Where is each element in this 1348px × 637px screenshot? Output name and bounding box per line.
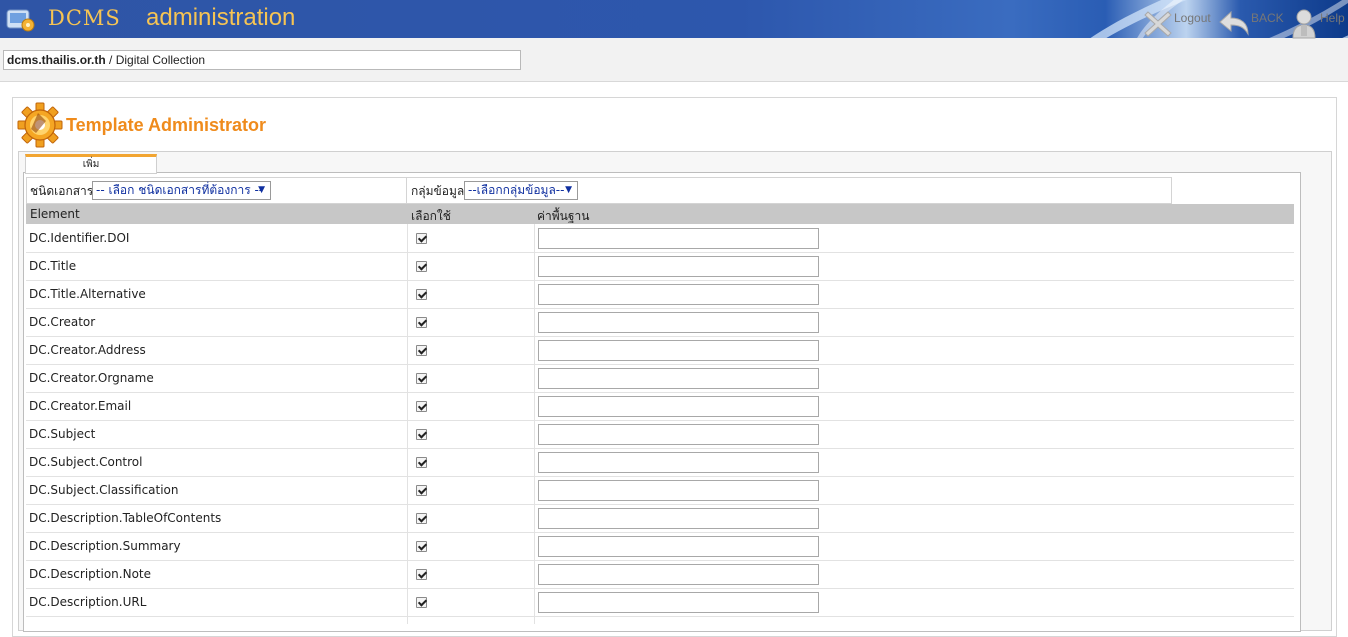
use-checkbox[interactable] xyxy=(416,541,427,552)
group-label: กลุ่มข้อมูล xyxy=(411,184,465,198)
default-value-input[interactable] xyxy=(538,592,819,613)
column-divider xyxy=(534,224,535,624)
doc-type-select[interactable]: -- เลือก ชนิดเอกสารที่ต้องการ -- ▼ xyxy=(92,181,271,200)
element-name: DC.Description.URL xyxy=(29,595,147,609)
dropdown-arrow-icon: ▼ xyxy=(565,185,572,195)
element-name: DC.Title.Alternative xyxy=(29,287,146,301)
use-checkbox[interactable] xyxy=(416,457,427,468)
help-label: Help xyxy=(1320,11,1345,25)
default-value-input[interactable] xyxy=(538,536,819,557)
location-breadcrumb: dcms.thailis.or.th / Digital Collection xyxy=(3,50,521,70)
table-row: DC.Title xyxy=(26,253,1294,281)
table-row: DC.Description.TableOfContents xyxy=(26,505,1294,533)
element-name: DC.Title xyxy=(29,259,77,273)
default-value-input[interactable] xyxy=(538,564,819,585)
use-checkbox[interactable] xyxy=(416,289,427,300)
use-checkbox[interactable] xyxy=(416,345,427,356)
element-name: DC.Identifier.DOI xyxy=(29,231,130,245)
table-row: DC.Title.Alternative xyxy=(26,281,1294,309)
help-button[interactable]: Help xyxy=(1290,8,1345,40)
element-name: DC.Description.Note xyxy=(29,567,151,581)
use-checkbox[interactable] xyxy=(416,485,427,496)
element-name: DC.Creator xyxy=(29,315,96,329)
default-value-input[interactable] xyxy=(538,228,819,249)
use-checkbox[interactable] xyxy=(416,429,427,440)
back-arrow-icon xyxy=(1219,10,1249,36)
default-value-input[interactable] xyxy=(538,452,819,473)
help-person-icon xyxy=(1292,9,1316,39)
default-value-input[interactable] xyxy=(538,340,819,361)
site-host: dcms.thailis.or.th xyxy=(7,53,106,67)
table-row: DC.Subject xyxy=(26,421,1294,449)
table-row: DC.Creator.Orgname xyxy=(26,365,1294,393)
table-row: DC.Subject.Classification xyxy=(26,477,1294,505)
table-row: DC.Creator xyxy=(26,309,1294,337)
table-row: DC.Subject.Control xyxy=(26,449,1294,477)
use-checkbox[interactable] xyxy=(416,569,427,580)
gear-icon xyxy=(17,102,63,148)
element-name: DC.Subject xyxy=(29,427,96,441)
back-button[interactable]: BACK xyxy=(1217,8,1284,40)
group-value: --เลือกกลุ่มข้อมูล-- xyxy=(468,183,565,197)
use-checkbox[interactable] xyxy=(416,597,427,608)
element-name: DC.Creator.Email xyxy=(29,399,132,413)
default-value-input[interactable] xyxy=(538,480,819,501)
group-select[interactable]: --เลือกกลุ่มข้อมูล-- ▼ xyxy=(464,181,578,200)
logout-button[interactable]: Logout xyxy=(1142,8,1211,40)
column-header-default: ค่าพื้นฐาน xyxy=(537,209,590,223)
app-logo-icon xyxy=(6,9,35,32)
logout-x-icon xyxy=(1144,11,1172,37)
default-value-input[interactable] xyxy=(538,312,819,333)
default-value-input[interactable] xyxy=(538,284,819,305)
use-checkbox[interactable] xyxy=(416,261,427,272)
use-checkbox[interactable] xyxy=(416,513,427,524)
table-row: DC.Identifier.DOI xyxy=(26,225,1294,253)
brand-subtitle: administration xyxy=(146,4,296,31)
column-header-select: เลือกใช้ xyxy=(411,209,451,223)
table-row: DC.Description.Summary xyxy=(26,533,1294,561)
doc-type-label: ชนิดเอกสาร xyxy=(30,184,94,198)
table-header xyxy=(26,204,1294,224)
page-title: Template Administrator xyxy=(66,115,267,135)
element-name: DC.Description.TableOfContents xyxy=(29,511,222,525)
default-value-input[interactable] xyxy=(538,508,819,529)
default-value-input[interactable] xyxy=(538,424,819,445)
table-row: DC.Description.URL xyxy=(26,589,1294,617)
table-row: DC.Description.Note xyxy=(26,561,1294,589)
site-path: / Digital Collection xyxy=(105,53,206,67)
doc-type-value: -- เลือก ชนิดเอกสารที่ต้องการ -- xyxy=(96,183,264,197)
logout-label: Logout xyxy=(1174,11,1211,25)
back-label: BACK xyxy=(1251,11,1284,25)
use-checkbox[interactable] xyxy=(416,401,427,412)
column-header-element: Element xyxy=(30,207,80,221)
use-checkbox[interactable] xyxy=(416,373,427,384)
use-checkbox[interactable] xyxy=(416,233,427,244)
tab-add[interactable]: เพิ่ม xyxy=(25,154,157,174)
default-value-input[interactable] xyxy=(538,256,819,277)
default-value-input[interactable] xyxy=(538,368,819,389)
element-name: DC.Subject.Control xyxy=(29,455,143,469)
table-row: DC.Creator.Address xyxy=(26,337,1294,365)
address-bar: dcms.thailis.or.th / Digital Collection xyxy=(0,38,1348,82)
default-value-input[interactable] xyxy=(538,396,819,417)
element-name: DC.Subject.Classification xyxy=(29,483,179,497)
use-checkbox[interactable] xyxy=(416,317,427,328)
dropdown-arrow-icon: ▼ xyxy=(258,185,265,195)
element-name: DC.Description.Summary xyxy=(29,539,181,553)
table-row: DC.Creator.Email xyxy=(26,393,1294,421)
element-name: DC.Creator.Orgname xyxy=(29,371,154,385)
filter-divider xyxy=(406,178,407,204)
element-name: DC.Creator.Address xyxy=(29,343,146,357)
brand-name: DCMS xyxy=(48,6,121,30)
column-divider xyxy=(407,224,408,624)
